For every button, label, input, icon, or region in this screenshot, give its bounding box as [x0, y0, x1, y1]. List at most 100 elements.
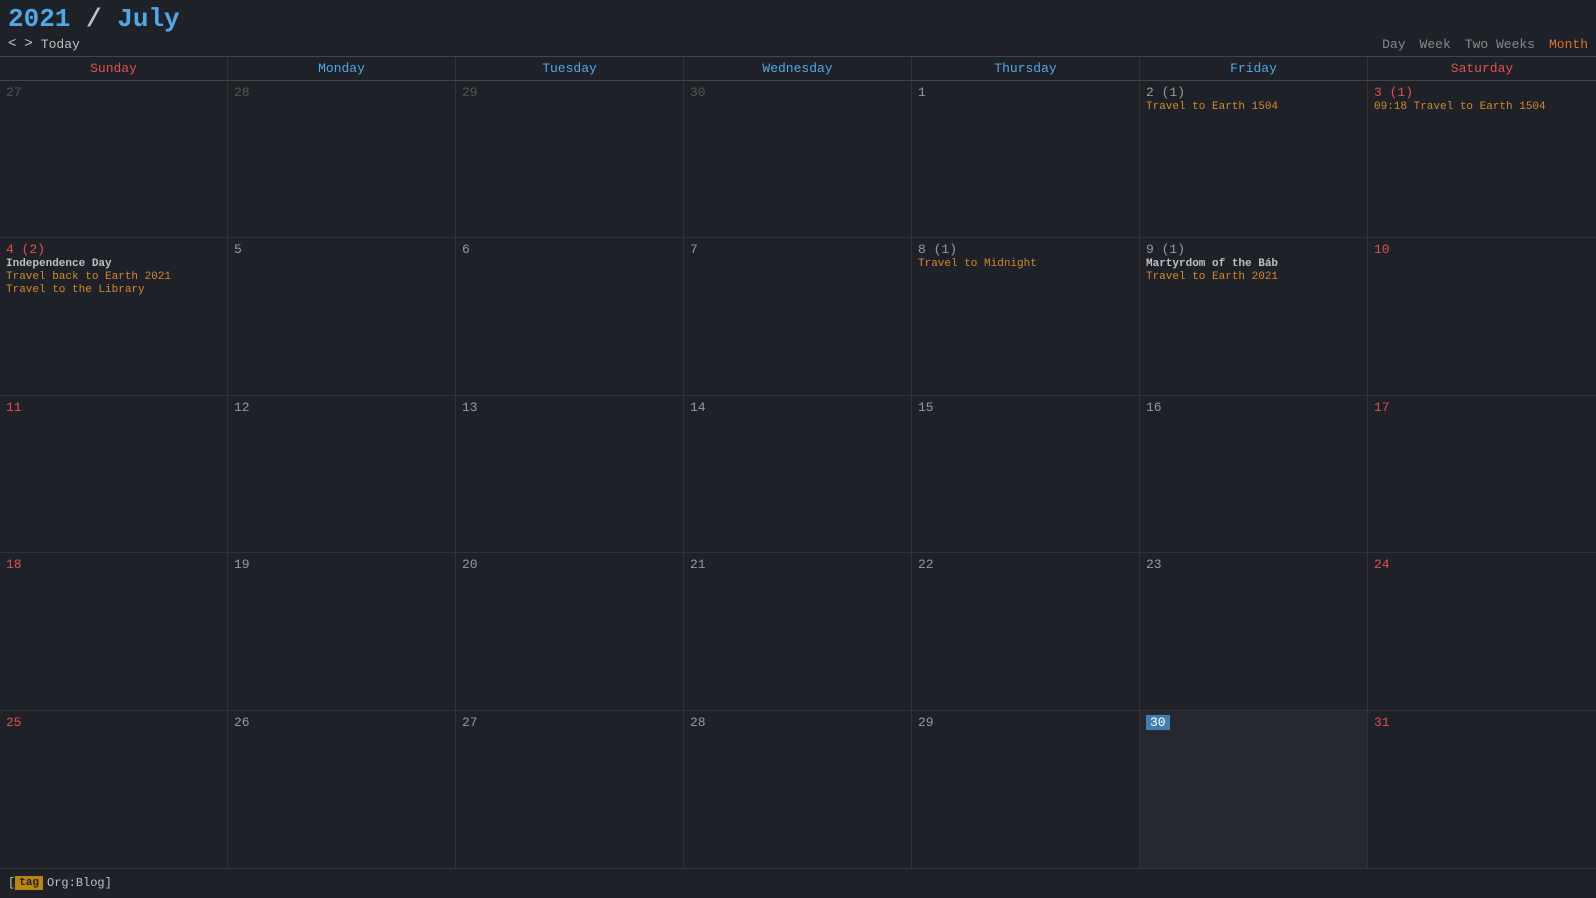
calendar-cell-27[interactable]: 27 [0, 81, 228, 237]
calendar-cell-10[interactable]: 10 [1368, 238, 1596, 394]
day-number: 15 [918, 400, 934, 415]
calendar-title: 2021 / July [8, 4, 180, 34]
calendar-grid: 2728293012 (1)Travel to Earth 15043 (1)0… [0, 81, 1596, 868]
next-button[interactable]: > [24, 36, 32, 52]
bottom-bar-text: Org:Blog] [47, 876, 112, 890]
calendar-cell-26[interactable]: 26 [228, 711, 456, 868]
calendar-cell-19[interactable]: 19 [228, 553, 456, 709]
day-number: 5 [234, 242, 242, 257]
view-week[interactable]: Week [1420, 37, 1451, 52]
day-number: 29 [918, 715, 934, 730]
calendar-cell-25[interactable]: 25 [0, 711, 228, 868]
calendar-cell-14[interactable]: 14 [684, 396, 912, 552]
day-number: 30 [1146, 715, 1170, 730]
event-item[interactable]: Travel to the Library [6, 284, 221, 296]
calendar-cell-18[interactable]: 18 [0, 553, 228, 709]
day-number: 12 [234, 400, 250, 415]
day-number: 21 [690, 557, 706, 572]
event-item[interactable]: Travel back to Earth 2021 [6, 271, 221, 283]
event-item[interactable]: Martyrdom of the Báb [1146, 258, 1361, 270]
event-item[interactable]: Independence Day [6, 258, 221, 270]
calendar-cell-17[interactable]: 17 [1368, 396, 1596, 552]
nav-row: < > Today Day Week Two Weeks Month [0, 36, 1596, 56]
day-number: 3 (1) [1374, 85, 1413, 100]
calendar-cell-12[interactable]: 12 [228, 396, 456, 552]
day-number: 1 [918, 85, 926, 100]
event-item[interactable]: Travel to Earth 2021 [1146, 271, 1361, 283]
calendar-cell-23[interactable]: 23 [1140, 553, 1368, 709]
view-two-weeks[interactable]: Two Weeks [1465, 37, 1535, 52]
day-number: 6 [462, 242, 470, 257]
day-header-sunday: Sunday [0, 57, 228, 80]
calendar-cell-20[interactable]: 20 [456, 553, 684, 709]
calendar-cell-22[interactable]: 22 [912, 553, 1140, 709]
event-item[interactable]: 09:18 Travel to Earth 1504 [1374, 101, 1590, 113]
week-row-2: 11 12 13 14 15 16 17 [0, 396, 1596, 553]
calendar-cell-28[interactable]: 28 [228, 81, 456, 237]
week-row-1: 4 (2)Independence DayTravel back to Eart… [0, 238, 1596, 395]
calendar-cell-30[interactable]: 30 [684, 81, 912, 237]
calendar-cell-4[interactable]: 4 (2)Independence DayTravel back to Eart… [0, 238, 228, 394]
title-month: July [117, 4, 179, 34]
calendar-cell-5[interactable]: 5 [228, 238, 456, 394]
calendar-cell-11[interactable]: 11 [0, 396, 228, 552]
event-item[interactable]: Travel to Earth 1504 [1146, 101, 1361, 113]
view-modes: Day Week Two Weeks Month [1382, 37, 1588, 52]
view-day[interactable]: Day [1382, 37, 1405, 52]
day-number: 24 [1374, 557, 1390, 572]
day-number: 25 [6, 715, 22, 730]
day-number: 10 [1374, 242, 1390, 257]
event-item[interactable]: Travel to Midnight [918, 258, 1133, 270]
calendar-cell-27[interactable]: 27 [456, 711, 684, 868]
calendar-cell-15[interactable]: 15 [912, 396, 1140, 552]
day-header-friday: Friday [1140, 57, 1368, 80]
day-number: 2 (1) [1146, 85, 1185, 100]
nav-left: < > Today [8, 36, 80, 52]
day-header-tuesday: Tuesday [456, 57, 684, 80]
calendar-cell-30[interactable]: 30 [1140, 711, 1368, 868]
week-row-4: 25 26 27 28 29 30 31 [0, 711, 1596, 868]
day-number: 27 [462, 715, 478, 730]
day-number: 4 (2) [6, 242, 45, 257]
day-number: 28 [690, 715, 706, 730]
day-header-saturday: Saturday [1368, 57, 1596, 80]
day-number: 19 [234, 557, 250, 572]
day-header-wednesday: Wednesday [684, 57, 912, 80]
calendar-cell-2[interactable]: 2 (1)Travel to Earth 1504 [1140, 81, 1368, 237]
calendar-cell-7[interactable]: 7 [684, 238, 912, 394]
calendar-cell-31[interactable]: 31 [1368, 711, 1596, 868]
calendar-cell-21[interactable]: 21 [684, 553, 912, 709]
day-number: 22 [918, 557, 934, 572]
day-number: 11 [6, 400, 22, 415]
day-header-thursday: Thursday [912, 57, 1140, 80]
calendar-cell-1[interactable]: 1 [912, 81, 1140, 237]
title-year: 2021 [8, 4, 70, 34]
calendar-cell-29[interactable]: 29 [456, 81, 684, 237]
day-number: 18 [6, 557, 22, 572]
calendar-cell-9[interactable]: 9 (1)Martyrdom of the BábTravel to Earth… [1140, 238, 1368, 394]
day-number: 28 [234, 85, 250, 100]
title-slash: / [70, 4, 117, 34]
calendar-cell-6[interactable]: 6 [456, 238, 684, 394]
tag-badge: tag [15, 876, 43, 890]
header: 2021 / July [0, 0, 1596, 36]
day-number: 16 [1146, 400, 1162, 415]
today-button[interactable]: Today [41, 37, 80, 52]
calendar-cell-28[interactable]: 28 [684, 711, 912, 868]
day-number: 14 [690, 400, 706, 415]
day-number: 17 [1374, 400, 1390, 415]
day-number: 30 [690, 85, 706, 100]
prev-button[interactable]: < [8, 36, 16, 52]
day-number: 27 [6, 85, 22, 100]
day-number: 29 [462, 85, 478, 100]
calendar-cell-24[interactable]: 24 [1368, 553, 1596, 709]
calendar-cell-29[interactable]: 29 [912, 711, 1140, 868]
day-number: 31 [1374, 715, 1390, 730]
view-month[interactable]: Month [1549, 37, 1588, 52]
calendar-cell-8[interactable]: 8 (1)Travel to Midnight [912, 238, 1140, 394]
calendar-cell-16[interactable]: 16 [1140, 396, 1368, 552]
calendar-cell-3[interactable]: 3 (1)09:18 Travel to Earth 1504 [1368, 81, 1596, 237]
calendar-cell-13[interactable]: 13 [456, 396, 684, 552]
day-number: 7 [690, 242, 698, 257]
day-number: 23 [1146, 557, 1162, 572]
